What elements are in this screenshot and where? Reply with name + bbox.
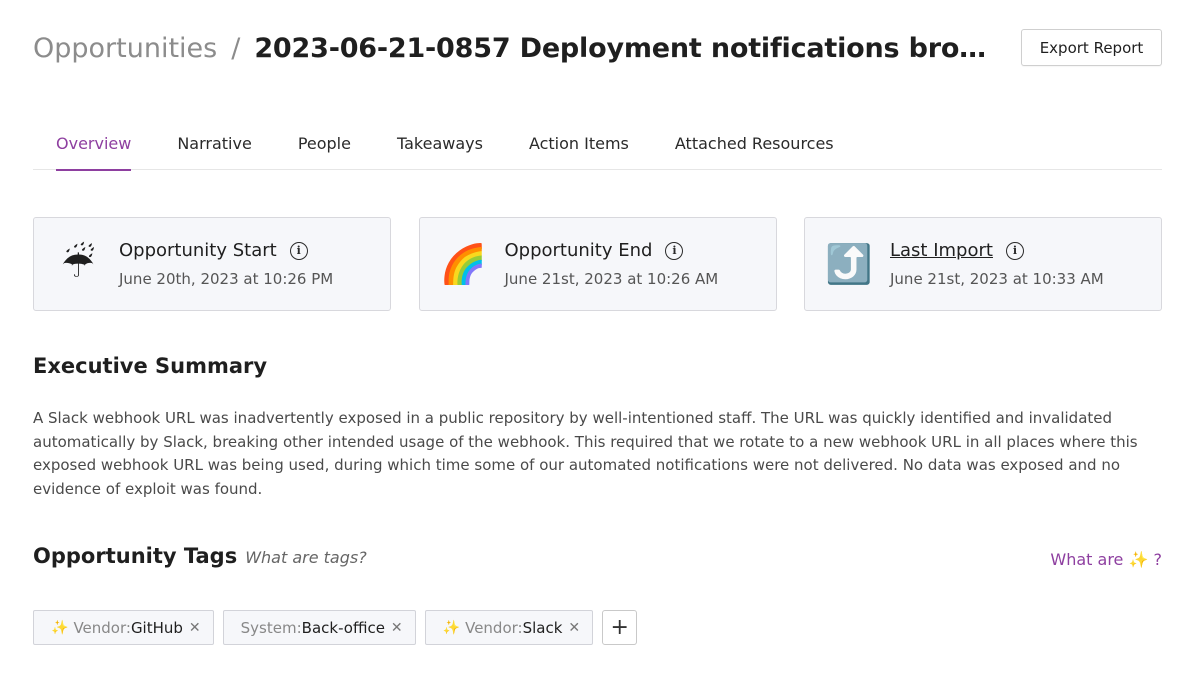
umbrella-rain-icon: ☔ — [60, 242, 96, 286]
sparkle-icon: ✨ — [442, 619, 461, 636]
sparkle-icon: ✨ — [51, 619, 69, 636]
tag-chip[interactable]: System: Back-office ✕ — [222, 610, 416, 645]
info-icon[interactable]: i — [1005, 241, 1024, 260]
executive-summary-text: A Slack webhook URL was inadvertently ex… — [33, 409, 1138, 498]
opportunity-tags-heading: Opportunity Tags — [33, 544, 238, 568]
right-arrow-curving-up-icon: ⤴️ — [825, 242, 873, 286]
tab-bar: Overview Narrative People Takeaways Acti… — [33, 122, 1162, 171]
page-header: Opportunities / 2023-06-21-0857 Deployme… — [33, 24, 1162, 72]
opportunity-end-card: 🌈 Opportunity End i June 21st, 2023 at 1… — [418, 217, 777, 311]
breadcrumb-opportunities-link[interactable]: Opportunities — [33, 35, 217, 62]
card-timestamp: June 21st, 2023 at 10:33 AM — [890, 270, 1104, 288]
remove-tag-icon[interactable]: ✕ — [189, 620, 201, 636]
page-title: 2023-06-21-0857 Deployment notifications… — [254, 32, 986, 64]
tab-attached-resources[interactable]: Attached Resources — [652, 122, 857, 170]
tag-chip[interactable]: ✨ Vendor: Slack ✕ — [424, 610, 594, 645]
remove-tag-icon[interactable]: ✕ — [568, 620, 580, 636]
tags-header: Opportunity Tags What are tags? What are… — [33, 544, 1162, 569]
info-icon[interactable]: i — [289, 241, 308, 260]
tag-list: ✨ Vendor: GitHub ✕ System: Back-office ✕… — [33, 610, 638, 645]
tab-people[interactable]: People — [275, 122, 374, 170]
breadcrumb: Opportunities / 2023-06-21-0857 Deployme… — [33, 35, 986, 62]
tab-narrative[interactable]: Narrative — [154, 122, 274, 170]
help-suffix: ? — [1153, 550, 1163, 569]
card-title: Opportunity Start — [119, 240, 277, 261]
tag-key: Vendor: — [465, 618, 523, 637]
what-are-ai-tags-link[interactable]: What are ✨ ? — [1050, 550, 1162, 569]
tag-key: Vendor: — [73, 618, 131, 637]
tab-takeaways[interactable]: Takeaways — [374, 122, 506, 170]
add-tag-button[interactable]: + — [602, 610, 638, 645]
tab-overview[interactable]: Overview — [33, 122, 154, 171]
card-timestamp: June 20th, 2023 at 10:26 PM — [119, 270, 334, 288]
opportunity-start-card: ☔ Opportunity Start i June 20th, 2023 at… — [33, 217, 391, 311]
timeline-cards: ☔ Opportunity Start i June 20th, 2023 at… — [33, 217, 1162, 311]
info-icon[interactable]: i — [665, 241, 684, 260]
last-import-card: ⤴️ Last Import i June 21st, 2023 at 10:3… — [804, 217, 1162, 311]
tag-value: Slack — [522, 618, 563, 637]
tag-value: GitHub — [130, 618, 183, 637]
tags-hint: What are tags? — [245, 548, 367, 567]
tag-chip[interactable]: ✨ Vendor: GitHub ✕ — [33, 610, 214, 645]
rainbow-icon: 🌈 — [439, 242, 488, 286]
tab-action-items[interactable]: Action Items — [506, 122, 652, 170]
card-title: Opportunity End — [504, 240, 653, 261]
last-import-link[interactable]: Last Import — [890, 240, 993, 261]
card-timestamp: June 21st, 2023 at 10:26 AM — [504, 270, 719, 288]
tag-value: Back-office — [301, 618, 385, 637]
remove-tag-icon[interactable]: ✕ — [391, 620, 403, 636]
executive-summary-heading: Executive Summary — [33, 354, 268, 378]
breadcrumb-separator: / — [231, 32, 241, 64]
tag-key: System: — [240, 618, 302, 637]
help-prefix: What are — [1050, 550, 1124, 569]
sparkle-icon: ✨ — [1128, 550, 1149, 569]
export-report-button[interactable]: Export Report — [1021, 29, 1162, 66]
